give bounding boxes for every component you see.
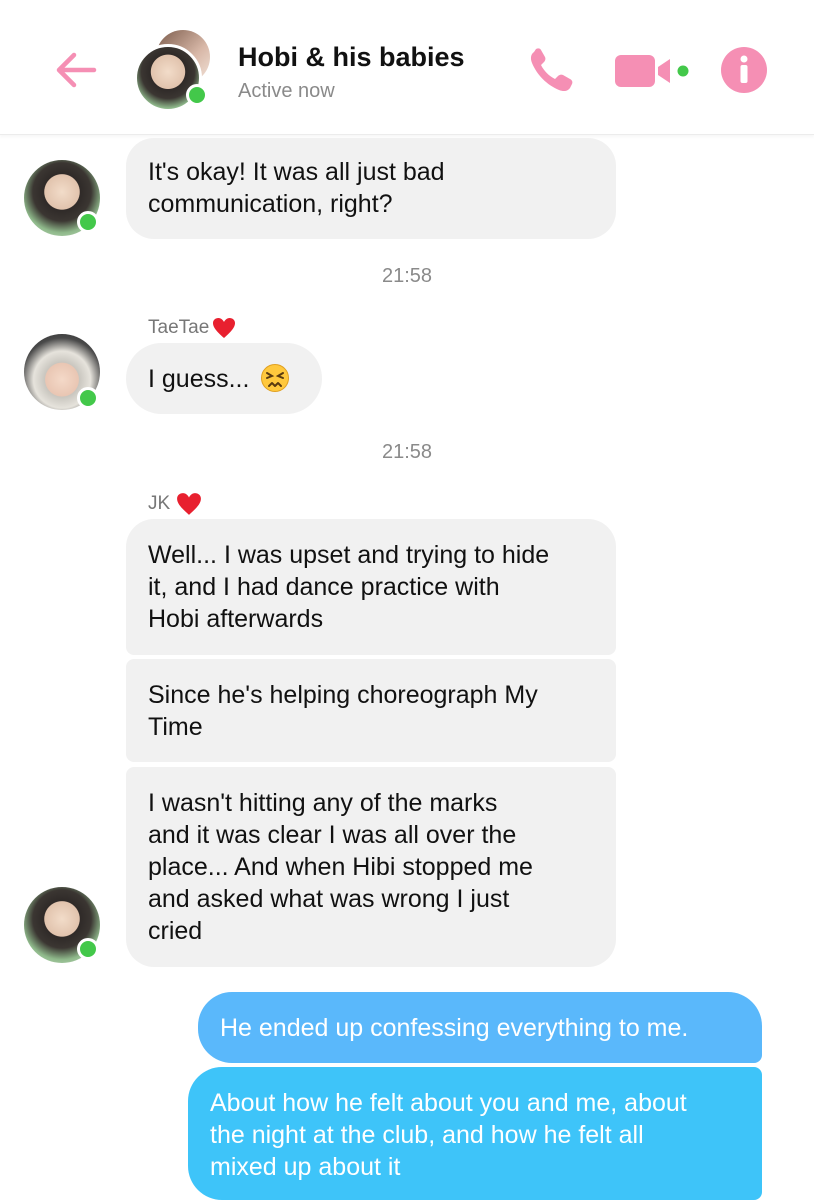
message-line: Since he's helping choreograph My bbox=[148, 681, 538, 709]
outgoing-message-bubble[interactable]: About how he felt about you and me, abou… bbox=[188, 1067, 762, 1200]
back-arrow-icon[interactable] bbox=[52, 46, 100, 94]
sender-label: TaeTae bbox=[148, 317, 210, 339]
message-bubble[interactable]: It's okay! It was all just bad communica… bbox=[126, 138, 616, 239]
message-line: cried bbox=[148, 917, 203, 945]
online-indicator bbox=[186, 84, 208, 106]
message-bubble[interactable]: Since he's helping choreograph My Time bbox=[126, 659, 616, 762]
video-camera-icon[interactable] bbox=[613, 52, 693, 90]
message-line: Hobi afterwards bbox=[148, 605, 324, 633]
persevering-face-icon bbox=[261, 364, 290, 392]
timestamp: 21:58 bbox=[381, 265, 433, 287]
outgoing-message-bubble[interactable]: He ended up confessing everything to me. bbox=[198, 992, 762, 1063]
phone-icon[interactable] bbox=[526, 46, 578, 94]
info-icon[interactable] bbox=[720, 46, 768, 94]
message-line: and it was clear I was all over the bbox=[148, 821, 517, 849]
message-line: Time bbox=[148, 713, 203, 741]
message-bubble[interactable]: Well... I was upset and trying to hide i… bbox=[126, 519, 616, 655]
message-line: mixed up about it bbox=[210, 1153, 401, 1181]
message-line: place... And when Hibi stopped me bbox=[148, 853, 533, 881]
group-avatar[interactable] bbox=[134, 30, 214, 112]
heart-icon bbox=[213, 318, 236, 338]
message-bubble[interactable]: I wasn't hitting any of the marks and it… bbox=[126, 767, 616, 967]
online-indicator bbox=[77, 938, 99, 960]
active-status: Active now bbox=[238, 80, 335, 102]
timestamp: 21:58 bbox=[381, 441, 433, 463]
message-line: the night at the club, and how he felt a… bbox=[210, 1121, 644, 1149]
conversation-header: Hobi & his babies Active now bbox=[0, 0, 814, 135]
online-indicator bbox=[77, 387, 99, 409]
sender-label: JK bbox=[148, 493, 171, 515]
message-line: Well... I was upset and trying to hide bbox=[148, 541, 550, 569]
message-text: I guess... bbox=[148, 365, 250, 393]
message-line: I wasn't hitting any of the marks bbox=[148, 789, 498, 817]
message-bubble[interactable]: I guess... bbox=[126, 343, 322, 414]
message-line: It's okay! It was all just bad bbox=[148, 158, 445, 186]
message-line: it, and I had dance practice with bbox=[148, 573, 500, 601]
online-indicator bbox=[77, 211, 99, 233]
sender-name: JK bbox=[148, 492, 202, 516]
message-line: communication, right? bbox=[148, 190, 393, 218]
conversation-title[interactable]: Hobi & his babies bbox=[238, 42, 465, 73]
message-line: About how he felt about you and me, abou… bbox=[210, 1089, 687, 1117]
heart-icon bbox=[177, 493, 202, 515]
sender-name: TaeTae bbox=[148, 317, 236, 339]
message-line: and asked what was wrong I just bbox=[148, 885, 510, 913]
message-text: He ended up confessing everything to me. bbox=[220, 1014, 689, 1042]
